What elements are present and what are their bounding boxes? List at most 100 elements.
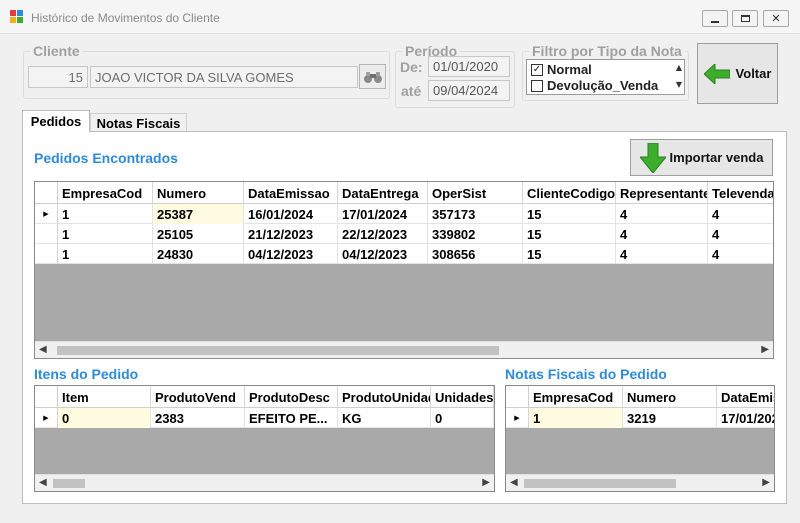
table-cell[interactable]: 308656 <box>428 244 523 264</box>
filtro-option-devolucao[interactable]: Devolução_Venda <box>531 78 658 93</box>
close-button[interactable]: ✕ <box>763 10 789 27</box>
table-cell[interactable]: 17/01/2024 <box>338 204 428 224</box>
table-cell[interactable]: 1 <box>58 204 153 224</box>
table-cell[interactable]: 21/12/2023 <box>244 224 338 244</box>
column-header[interactable]: Televendas <box>708 182 773 204</box>
notas-grid[interactable]: EmpresaCod Numero DataEmissao ▶ 1 3219 1… <box>505 385 775 492</box>
periodo-de-field[interactable]: 01/01/2020 <box>428 56 510 77</box>
scroll-left-icon[interactable]: ◀ <box>39 344 47 355</box>
table-cell[interactable]: 15 <box>523 204 616 224</box>
table-cell[interactable]: 17/01/2024 <box>717 408 774 428</box>
table-cell[interactable]: 15 <box>523 244 616 264</box>
table-cell[interactable]: 1 <box>58 244 153 264</box>
scroll-thumb[interactable] <box>53 479 85 488</box>
scroll-right-icon[interactable]: ▶ <box>761 344 769 355</box>
periodo-de-label: De: <box>400 59 423 75</box>
table-cell[interactable]: 04/12/2023 <box>244 244 338 264</box>
notas-hscrollbar[interactable]: ◀ ▶ <box>506 474 774 491</box>
column-header[interactable]: DataEmissao <box>717 386 774 408</box>
pedidos-grid-header: EmpresaCod Numero DataEmissao DataEntreg… <box>35 182 773 204</box>
table-cell[interactable]: 4 <box>616 224 708 244</box>
voltar-button[interactable]: Voltar <box>697 43 778 104</box>
minimize-button[interactable] <box>702 10 728 27</box>
column-header[interactable]: Numero <box>153 182 244 204</box>
window-title: Histórico de Movimentos do Cliente <box>31 11 220 25</box>
column-header[interactable]: OperSist <box>428 182 523 204</box>
scroll-left-icon[interactable]: ◀ <box>510 477 518 488</box>
table-cell[interactable]: 1 <box>529 408 623 428</box>
table-row[interactable]: ▶ 0 2383 EFEITO PE... KG 0 <box>35 408 494 428</box>
periodo-de-value: 01/01/2020 <box>433 59 499 74</box>
column-header[interactable]: Item <box>58 386 151 408</box>
column-header[interactable]: Numero <box>623 386 717 408</box>
checkbox-checked-icon[interactable]: ✓ <box>531 63 543 76</box>
column-header[interactable]: DataEntrega <box>338 182 428 204</box>
tab-notas-fiscais-label: Notas Fiscais <box>96 115 181 131</box>
table-cell[interactable]: 0 <box>58 408 151 428</box>
scroll-up-icon[interactable]: ▲ <box>676 63 682 72</box>
row-header[interactable] <box>35 224 58 244</box>
table-cell[interactable]: 4 <box>708 204 773 224</box>
scroll-right-icon[interactable]: ▶ <box>482 477 490 488</box>
cliente-codigo-field[interactable]: 15 <box>28 66 88 88</box>
arrow-down-icon <box>639 142 666 173</box>
table-cell[interactable]: 3219 <box>623 408 717 428</box>
table-cell[interactable]: 4 <box>708 244 773 264</box>
importar-venda-button[interactable]: Importar venda <box>630 139 773 176</box>
table-row[interactable]: 1 24830 04/12/2023 04/12/2023 308656 15 … <box>35 244 773 264</box>
table-cell[interactable]: 24830 <box>153 244 244 264</box>
table-cell[interactable]: 25387 <box>153 204 244 224</box>
pedidos-hscrollbar[interactable]: ◀ ▶ <box>35 341 773 358</box>
table-cell[interactable]: 1 <box>58 224 153 244</box>
close-icon: ✕ <box>771 12 781 25</box>
table-cell[interactable]: 4 <box>708 224 773 244</box>
cliente-search-button[interactable] <box>359 64 386 89</box>
table-cell[interactable]: EFEITO PE... <box>245 408 338 428</box>
table-cell[interactable]: 25105 <box>153 224 244 244</box>
binoculars-icon <box>363 71 382 83</box>
itens-grid-header: Item ProdutoVend ProdutoDesc ProdutoUnid… <box>35 386 494 408</box>
checkbox-unchecked-icon[interactable] <box>531 79 543 92</box>
column-header[interactable]: DataEmissao <box>244 182 338 204</box>
scroll-thumb[interactable] <box>57 346 499 355</box>
table-cell[interactable]: KG <box>338 408 431 428</box>
table-row[interactable]: ▶ 1 25387 16/01/2024 17/01/2024 357173 1… <box>35 204 773 224</box>
table-row[interactable]: ▶ 1 3219 17/01/2024 <box>506 408 774 428</box>
table-cell[interactable]: 357173 <box>428 204 523 224</box>
table-cell[interactable]: 2383 <box>151 408 245 428</box>
table-cell[interactable]: 15 <box>523 224 616 244</box>
tab-pedidos[interactable]: Pedidos <box>22 110 90 132</box>
table-cell[interactable]: 22/12/2023 <box>338 224 428 244</box>
column-header[interactable]: ProdutoDesc <box>245 386 338 408</box>
column-header[interactable]: ProdutoVend <box>151 386 245 408</box>
column-header[interactable]: ProdutoUnidade <box>338 386 431 408</box>
column-header[interactable]: Representante <box>616 182 708 204</box>
filtro-option-normal[interactable]: ✓ Normal <box>531 62 592 77</box>
table-cell[interactable]: 4 <box>616 204 708 224</box>
table-cell[interactable]: 4 <box>616 244 708 264</box>
scroll-right-icon[interactable]: ▶ <box>762 477 770 488</box>
pedidos-grid[interactable]: EmpresaCod Numero DataEmissao DataEntreg… <box>34 181 774 359</box>
table-cell[interactable]: 16/01/2024 <box>244 204 338 224</box>
column-header[interactable]: Unidades <box>431 386 494 408</box>
table-cell[interactable]: 04/12/2023 <box>338 244 428 264</box>
filtro-checklist[interactable]: ✓ Normal Devolução_Venda ▲ ▼ <box>526 59 685 95</box>
table-cell[interactable]: 0 <box>431 408 494 428</box>
table-cell[interactable]: 339802 <box>428 224 523 244</box>
minimize-icon <box>703 11 727 26</box>
scroll-down-icon[interactable]: ▼ <box>676 80 682 89</box>
cliente-nome-field[interactable]: JOAO VICTOR DA SILVA GOMES <box>90 66 358 88</box>
scroll-left-icon[interactable]: ◀ <box>39 477 47 488</box>
table-row[interactable]: 1 25105 21/12/2023 22/12/2023 339802 15 … <box>35 224 773 244</box>
itens-hscrollbar[interactable]: ◀ ▶ <box>35 474 494 491</box>
column-header[interactable]: ClienteCodigo <box>523 182 616 204</box>
maximize-button[interactable] <box>732 10 758 27</box>
column-header[interactable]: EmpresaCod <box>58 182 153 204</box>
tab-notas-fiscais[interactable]: Notas Fiscais <box>90 113 187 132</box>
row-header[interactable] <box>35 244 58 264</box>
periodo-ate-field[interactable]: 09/04/2024 <box>428 80 510 101</box>
column-header[interactable]: EmpresaCod <box>529 386 623 408</box>
itens-grid[interactable]: Item ProdutoVend ProdutoDesc ProdutoUnid… <box>34 385 495 492</box>
row-header-corner <box>35 386 58 408</box>
scroll-thumb[interactable] <box>524 479 676 488</box>
